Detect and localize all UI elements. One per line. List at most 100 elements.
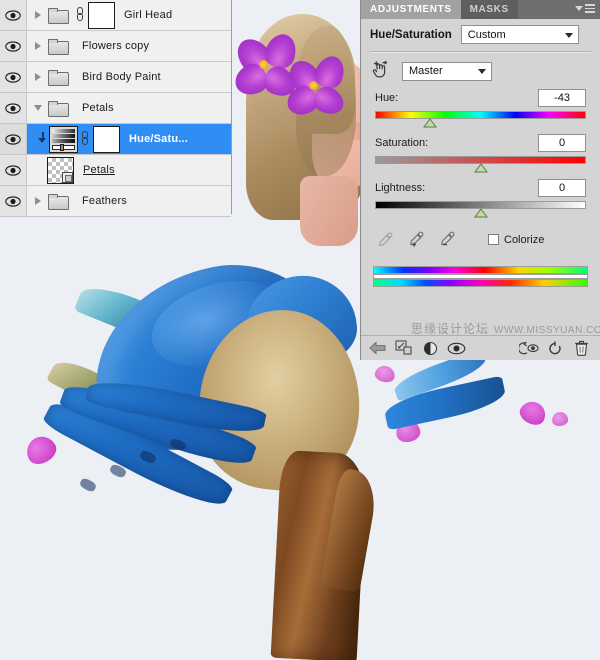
- layer-row[interactable]: Flowers copy: [0, 31, 231, 62]
- adjustments-panel[interactable]: ADJUSTMENTS MASKS Hue/Saturation Custom: [360, 0, 600, 360]
- triangle-down-icon[interactable]: [31, 105, 45, 111]
- toggle-layer-visibility-circle-icon[interactable]: [417, 337, 443, 359]
- layer-body[interactable]: Flowers copy: [27, 31, 231, 61]
- hue-track-wrap[interactable]: [375, 111, 586, 128]
- eyedropper-icon[interactable]: [377, 231, 394, 248]
- layer-name[interactable]: Petals: [82, 102, 114, 114]
- tab-masks[interactable]: MASKS: [460, 0, 518, 19]
- hamburger-icon: [585, 4, 595, 13]
- layer-body[interactable]: Feathers: [27, 186, 231, 216]
- layer-visibility-toggle[interactable]: [0, 124, 27, 154]
- folder-icon: [48, 100, 69, 117]
- return-to-adjustment-list-icon[interactable]: [365, 337, 391, 359]
- layer-visibility-toggle[interactable]: [0, 0, 27, 30]
- layer-name[interactable]: Feathers: [82, 195, 127, 207]
- layer-row[interactable]: Petals: [0, 93, 231, 124]
- hue-slider-block: Hue: -43: [361, 82, 600, 128]
- layer-name[interactable]: Girl Head: [124, 9, 172, 21]
- eyedropper-subtract-icon[interactable]: [439, 231, 456, 248]
- eye-icon: [5, 164, 21, 176]
- saturation-value-field[interactable]: 0: [538, 134, 586, 152]
- girl-neck: [300, 176, 358, 246]
- preset-dropdown[interactable]: Custom: [460, 25, 579, 44]
- petal-6: [373, 363, 397, 385]
- layer-mask-thumbnail[interactable]: [93, 125, 120, 153]
- preview-eye-icon[interactable]: [443, 337, 469, 359]
- delete-adjustment-icon[interactable]: [568, 337, 594, 359]
- hue-ramps: [361, 248, 600, 287]
- layer-name[interactable]: Petals: [83, 164, 115, 176]
- layer-visibility-toggle[interactable]: [0, 62, 27, 92]
- channel-value: Master: [409, 65, 443, 77]
- eye-icon: [5, 195, 21, 207]
- link-icon[interactable]: [81, 131, 90, 147]
- layer-visibility-toggle[interactable]: [0, 186, 27, 216]
- layer-name[interactable]: Bird Body Paint: [82, 71, 161, 83]
- lightness-value-field[interactable]: 0: [538, 179, 586, 197]
- hue-saturation-adjustment-thumbnail[interactable]: [49, 125, 78, 153]
- reset-adjustment-icon[interactable]: [542, 337, 568, 359]
- colorize-control[interactable]: Colorize: [488, 234, 544, 246]
- hue-label: Hue:: [375, 92, 399, 104]
- photoshop-screenshot: Girl Head Flowers copy Bird Body Paint P…: [0, 0, 600, 660]
- eye-icon: [5, 102, 21, 114]
- transparent-layer-thumbnail[interactable]: [47, 156, 74, 184]
- saturation-track-wrap[interactable]: [375, 156, 586, 173]
- layer-visibility-toggle[interactable]: [0, 93, 27, 123]
- layer-body[interactable]: Petals: [27, 93, 231, 123]
- on-image-adjustment-icon[interactable]: [370, 60, 392, 82]
- clipping-mask-arrow-icon: [37, 131, 49, 147]
- layer-row[interactable]: Petals: [0, 155, 231, 186]
- panel-tabbar: ADJUSTMENTS MASKS: [361, 0, 600, 19]
- layer-body[interactable]: Hue/Satu...: [27, 124, 231, 154]
- colorize-checkbox[interactable]: [488, 234, 499, 245]
- layer-row[interactable]: Girl Head: [0, 0, 231, 31]
- triangle-right-icon[interactable]: [31, 73, 45, 81]
- tab-adjustments[interactable]: ADJUSTMENTS: [361, 0, 461, 19]
- layer-row-selected[interactable]: Hue/Satu...: [0, 124, 231, 155]
- petal-5: [551, 410, 569, 428]
- adjustment-title: Hue/Saturation: [370, 28, 452, 41]
- lightness-track-wrap[interactable]: [375, 201, 586, 218]
- layer-visibility-toggle[interactable]: [0, 155, 27, 185]
- layer-name[interactable]: Flowers copy: [82, 40, 149, 52]
- eye-icon: [5, 71, 21, 83]
- chevron-down-icon: [575, 5, 583, 11]
- input-hue-ramp: [373, 266, 588, 274]
- clip-to-layer-icon[interactable]: [391, 337, 417, 359]
- hue-slider-thumb[interactable]: [422, 118, 437, 128]
- eyedropper-row: Colorize: [361, 217, 600, 248]
- colorize-label: Colorize: [504, 233, 545, 246]
- layer-body[interactable]: Petals: [27, 155, 231, 185]
- layer-body[interactable]: Bird Body Paint: [27, 62, 231, 92]
- layer-row[interactable]: Feathers: [0, 186, 231, 217]
- adjustments-footer: [361, 335, 600, 360]
- view-previous-state-icon[interactable]: [516, 337, 542, 359]
- saturation-slider-thumb[interactable]: [473, 163, 488, 173]
- triangle-right-icon[interactable]: [31, 42, 45, 50]
- triangle-right-icon[interactable]: [31, 11, 45, 19]
- panel-menu-icon[interactable]: [575, 4, 595, 13]
- eye-icon: [5, 9, 21, 21]
- lightness-slider-thumb[interactable]: [473, 208, 488, 218]
- layer-body[interactable]: Girl Head: [27, 0, 231, 30]
- triangle-right-icon[interactable]: [31, 197, 45, 205]
- hue-gradient-track[interactable]: [375, 111, 586, 119]
- layer-name[interactable]: Hue/Satu...: [129, 133, 188, 145]
- folder-icon: [48, 193, 69, 210]
- tail-bar-1: [78, 476, 98, 494]
- link-icon[interactable]: [76, 7, 85, 23]
- layer-row[interactable]: Bird Body Paint: [0, 62, 231, 93]
- adjustment-header: Hue/Saturation Custom: [361, 19, 600, 44]
- preset-value: Custom: [467, 28, 506, 41]
- layers-panel[interactable]: Girl Head Flowers copy Bird Body Paint P…: [0, 0, 232, 217]
- layer-visibility-toggle[interactable]: [0, 31, 27, 61]
- layer-mask-thumbnail[interactable]: [88, 1, 115, 29]
- eye-icon: [5, 40, 21, 52]
- chevron-down-icon: [564, 32, 573, 38]
- channel-row: Master: [361, 53, 600, 82]
- eyedropper-add-icon[interactable]: [408, 231, 425, 248]
- channel-dropdown[interactable]: Master: [402, 61, 492, 81]
- smart-object-badge-icon: [62, 171, 73, 183]
- hue-value-field[interactable]: -43: [538, 89, 586, 107]
